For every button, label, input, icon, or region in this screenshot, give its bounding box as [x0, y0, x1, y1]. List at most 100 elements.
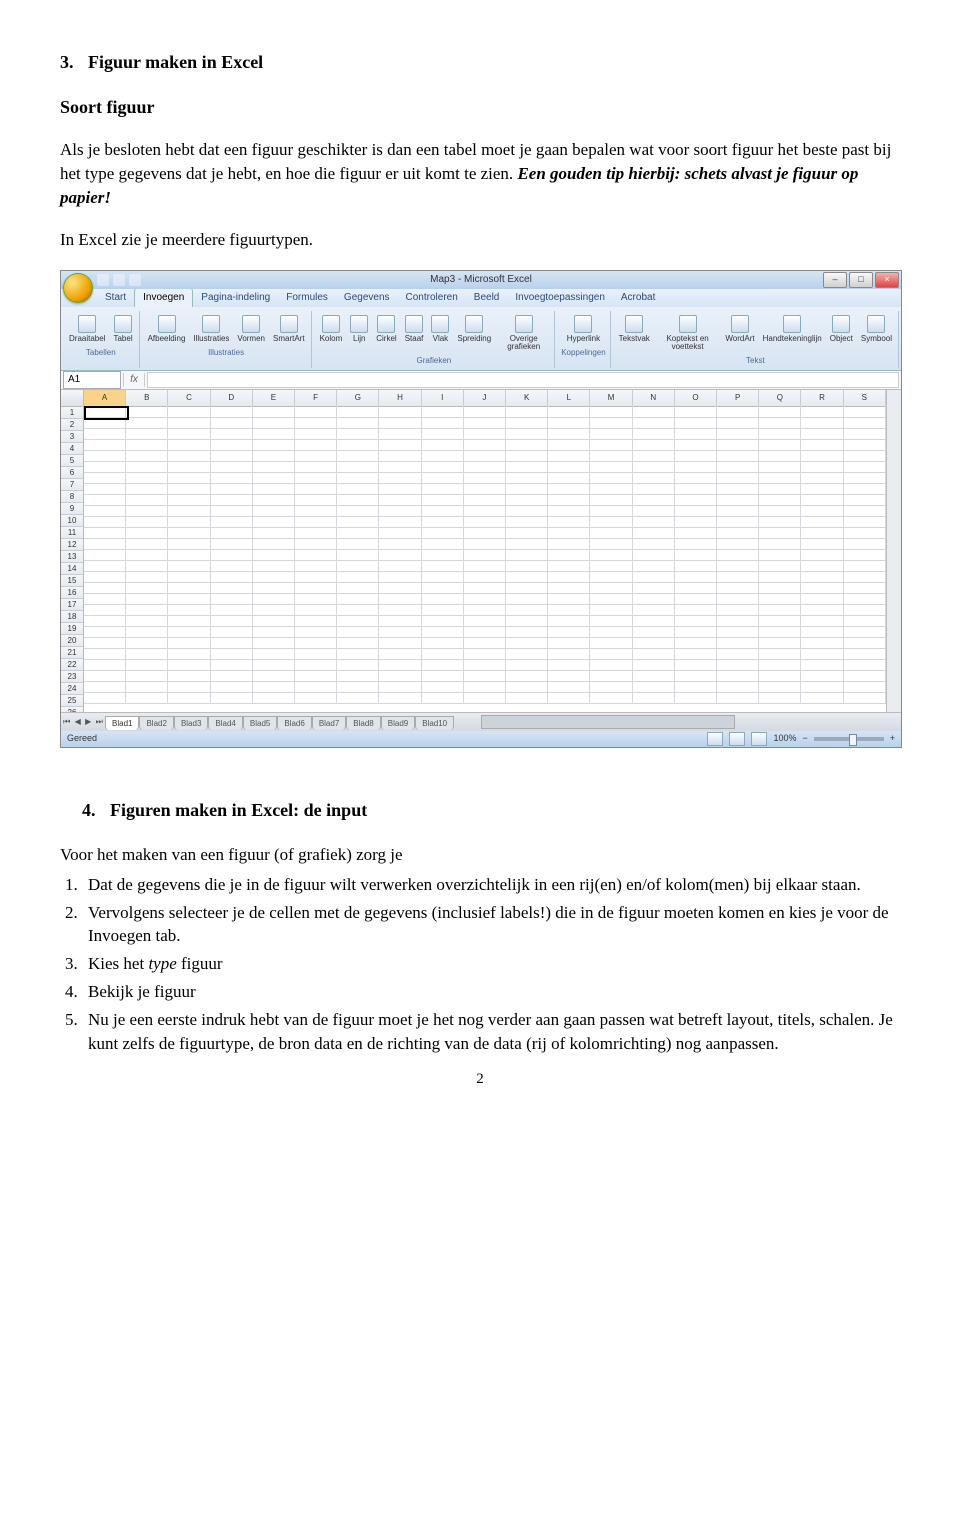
- cell[interactable]: [590, 692, 632, 704]
- redo-icon[interactable]: [129, 274, 141, 286]
- ribbon-button-staaf[interactable]: Staaf: [403, 313, 426, 353]
- row-header-4[interactable]: 4: [61, 443, 83, 455]
- ribbon-button-tekstvak[interactable]: Tekstvak: [617, 313, 652, 353]
- col-header-P[interactable]: P: [717, 390, 759, 406]
- ribbon-tab-start[interactable]: Start: [97, 289, 134, 307]
- layout-view-button[interactable]: [729, 732, 745, 746]
- sheet-tab-blad4[interactable]: Blad4: [208, 716, 242, 730]
- ribbon-tab-formules[interactable]: Formules: [278, 289, 336, 307]
- cell[interactable]: [295, 692, 337, 704]
- row-header-1[interactable]: 1: [61, 407, 83, 419]
- zoom-slider[interactable]: [814, 737, 884, 741]
- row-header-20[interactable]: 20: [61, 635, 83, 647]
- cell[interactable]: [844, 692, 886, 704]
- select-all-corner[interactable]: [61, 390, 83, 407]
- ribbon-button-object[interactable]: Object: [828, 313, 855, 353]
- ribbon-tab-gegevens[interactable]: Gegevens: [336, 289, 398, 307]
- cell[interactable]: [168, 692, 210, 704]
- ribbon-tab-invoegtoepassingen[interactable]: Invoegtoepassingen: [507, 289, 613, 307]
- cell[interactable]: [253, 692, 295, 704]
- col-header-A[interactable]: A: [84, 390, 126, 406]
- ribbon-button-spreiding[interactable]: Spreiding: [455, 313, 493, 353]
- cell[interactable]: [801, 692, 843, 704]
- ribbon-tab-beeld[interactable]: Beeld: [466, 289, 508, 307]
- sheet-tab-blad10[interactable]: Blad10: [415, 716, 454, 730]
- cell[interactable]: [84, 692, 126, 704]
- cell[interactable]: [126, 692, 168, 704]
- ribbon-button-illustraties[interactable]: Illustraties: [191, 313, 231, 345]
- ribbon-button-afbeelding[interactable]: Afbeelding: [146, 313, 188, 345]
- sheet-nav-buttons[interactable]: ⏮ ◀ ▶ ⏭: [61, 716, 105, 727]
- ribbon-button-overige-grafieken[interactable]: Overige grafieken: [497, 313, 550, 353]
- ribbon-button-tabel[interactable]: Tabel: [111, 313, 134, 345]
- col-header-O[interactable]: O: [675, 390, 717, 406]
- next-sheet-icon[interactable]: ▶: [85, 716, 91, 727]
- row-header-19[interactable]: 19: [61, 623, 83, 635]
- col-header-K[interactable]: K: [506, 390, 548, 406]
- cell[interactable]: [548, 692, 590, 704]
- row-header-8[interactable]: 8: [61, 491, 83, 503]
- col-header-M[interactable]: M: [590, 390, 632, 406]
- ribbon-tab-controleren[interactable]: Controleren: [398, 289, 466, 307]
- row-header-7[interactable]: 7: [61, 479, 83, 491]
- col-header-R[interactable]: R: [801, 390, 843, 406]
- sheet-tab-blad1[interactable]: Blad1: [105, 716, 139, 730]
- row-header-12[interactable]: 12: [61, 539, 83, 551]
- ribbon-button-hyperlink[interactable]: Hyperlink: [565, 313, 602, 345]
- col-header-J[interactable]: J: [464, 390, 506, 406]
- row-header-14[interactable]: 14: [61, 563, 83, 575]
- normal-view-button[interactable]: [707, 732, 723, 746]
- cell[interactable]: [759, 692, 801, 704]
- sheet-tab-blad9[interactable]: Blad9: [381, 716, 415, 730]
- row-header-11[interactable]: 11: [61, 527, 83, 539]
- row-header-18[interactable]: 18: [61, 611, 83, 623]
- ribbon-button-koptekst-en-voettekst[interactable]: Koptekst en voettekst: [656, 313, 720, 353]
- sheet-tab-blad3[interactable]: Blad3: [174, 716, 208, 730]
- quick-access-toolbar[interactable]: [97, 274, 141, 286]
- col-header-L[interactable]: L: [548, 390, 590, 406]
- col-header-I[interactable]: I: [422, 390, 464, 406]
- ribbon-button-kolom[interactable]: Kolom: [318, 313, 345, 353]
- col-header-N[interactable]: N: [633, 390, 675, 406]
- row-header-17[interactable]: 17: [61, 599, 83, 611]
- cell[interactable]: [717, 692, 759, 704]
- ribbon-button-lijn[interactable]: Lijn: [348, 313, 370, 353]
- cell[interactable]: [379, 692, 421, 704]
- row-header-10[interactable]: 10: [61, 515, 83, 527]
- col-header-D[interactable]: D: [211, 390, 253, 406]
- zoom-out-button[interactable]: −: [802, 732, 807, 745]
- row-header-22[interactable]: 22: [61, 659, 83, 671]
- col-header-B[interactable]: B: [126, 390, 168, 406]
- vertical-scrollbar[interactable]: [886, 390, 901, 712]
- row-header-25[interactable]: 25: [61, 695, 83, 707]
- cell[interactable]: [464, 692, 506, 704]
- col-header-Q[interactable]: Q: [759, 390, 801, 406]
- ribbon-button-wordart[interactable]: WordArt: [723, 313, 756, 353]
- row-header-2[interactable]: 2: [61, 419, 83, 431]
- zoom-in-button[interactable]: +: [890, 732, 895, 745]
- row-header-3[interactable]: 3: [61, 431, 83, 443]
- col-header-F[interactable]: F: [295, 390, 337, 406]
- row-header-23[interactable]: 23: [61, 671, 83, 683]
- save-icon[interactable]: [97, 274, 109, 286]
- ribbon-button-draaitabel[interactable]: Draaitabel: [67, 313, 107, 345]
- row-header-9[interactable]: 9: [61, 503, 83, 515]
- pagebreak-view-button[interactable]: [751, 732, 767, 746]
- col-header-S[interactable]: S: [844, 390, 886, 406]
- row-header-16[interactable]: 16: [61, 587, 83, 599]
- zoom-level[interactable]: 100%: [773, 732, 796, 745]
- cell[interactable]: [422, 692, 464, 704]
- sheet-tab-blad7[interactable]: Blad7: [312, 716, 346, 730]
- cell-grid[interactable]: ABCDEFGHIJKLMNOPQRS: [84, 390, 886, 712]
- col-header-E[interactable]: E: [253, 390, 295, 406]
- cell[interactable]: [633, 692, 675, 704]
- horizontal-scrollbar[interactable]: [481, 715, 735, 729]
- fx-icon[interactable]: fx: [123, 373, 145, 387]
- close-button[interactable]: ×: [875, 272, 899, 288]
- first-sheet-icon[interactable]: ⏮: [63, 716, 70, 727]
- minimize-button[interactable]: –: [823, 272, 847, 288]
- col-header-H[interactable]: H: [379, 390, 421, 406]
- name-box[interactable]: A1: [63, 371, 121, 389]
- col-header-G[interactable]: G: [337, 390, 379, 406]
- prev-sheet-icon[interactable]: ◀: [75, 716, 81, 727]
